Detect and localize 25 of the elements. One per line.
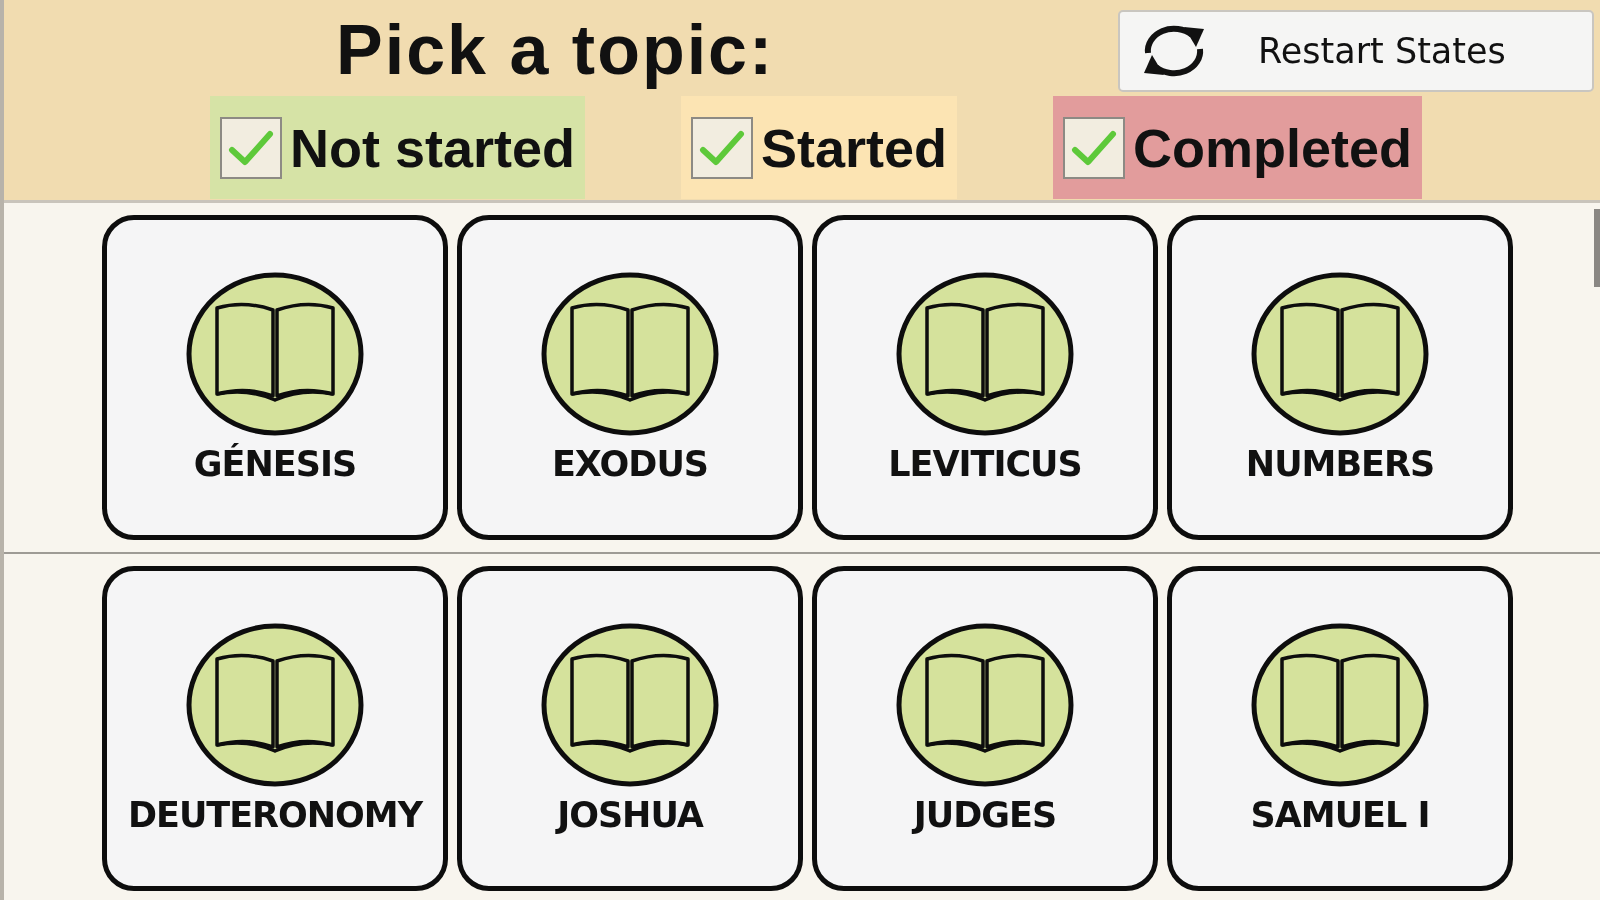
book-icon <box>1251 272 1429 436</box>
book-icon <box>186 272 364 436</box>
topic-card[interactable]: LEVITICUS <box>812 215 1158 540</box>
checkbox[interactable] <box>1063 116 1126 179</box>
topic-card[interactable]: SAMUEL I <box>1167 566 1513 891</box>
checkbox[interactable] <box>220 116 282 179</box>
book-icon <box>896 272 1074 436</box>
scrollbar-thumb[interactable] <box>1594 209 1600 287</box>
topic-card[interactable]: EXODUS <box>457 215 803 540</box>
topic-card[interactable]: DEUTERONOMY <box>102 566 448 891</box>
book-icon <box>186 623 364 787</box>
filter-toggle[interactable]: Started <box>681 96 958 199</box>
topic-card[interactable]: JOSHUA <box>457 566 803 891</box>
book-icon <box>541 623 719 787</box>
topic-card[interactable]: NUMBERS <box>1167 215 1513 540</box>
restart-button[interactable]: Restart States <box>1118 10 1594 92</box>
checkbox[interactable] <box>691 116 754 179</box>
book-icon <box>896 623 1074 787</box>
filter-toggle[interactable]: Not started <box>210 96 586 199</box>
topic-card[interactable]: GÉNESIS <box>102 215 448 540</box>
filter-toggle[interactable]: Completed <box>1053 96 1423 199</box>
page-title: Pick a topic: <box>336 10 775 90</box>
book-icon <box>541 272 719 436</box>
book-icon <box>1251 623 1429 787</box>
topic-card[interactable]: JUDGES <box>812 566 1158 891</box>
